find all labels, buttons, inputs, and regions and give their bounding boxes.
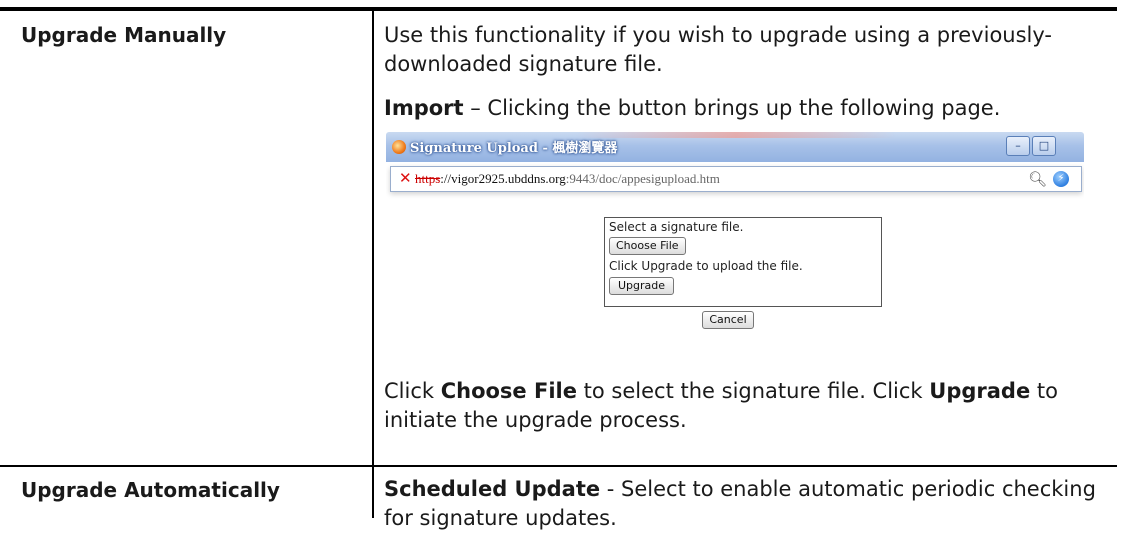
choose-file-term: Choose File bbox=[440, 379, 577, 403]
signature-upload-window: Signature Upload - 楓樹瀏覽器 – □ ✕ https://v… bbox=[386, 132, 1084, 342]
certificate-error-icon: ✕ bbox=[399, 169, 412, 187]
url-scheme: https bbox=[415, 171, 441, 186]
import-description: Import – Clicking the button brings up t… bbox=[384, 94, 1116, 123]
window-title: Signature Upload - 楓樹瀏覽器 bbox=[410, 141, 618, 156]
scheduled-update-term: Scheduled Update bbox=[384, 477, 601, 501]
upgrade-button[interactable]: Upgrade bbox=[609, 277, 675, 295]
url-path: :9443/doc/appesigupload.htm bbox=[565, 171, 720, 186]
import-text: – Clicking the button brings up the foll… bbox=[463, 96, 1001, 120]
row-desc-upgrade-automatically: Scheduled Update - Select to enable auto… bbox=[384, 475, 1116, 533]
maximize-button[interactable]: □ bbox=[1032, 136, 1056, 156]
choose-file-instructions: Click Choose File to select the signatur… bbox=[384, 377, 1116, 435]
window-titlebar: Signature Upload - 楓樹瀏覽器 – □ bbox=[386, 132, 1084, 162]
import-term: Import bbox=[384, 96, 464, 120]
row-desc-upgrade-manually: Use this functionality if you wish to up… bbox=[384, 23, 1053, 76]
browser-app-icon bbox=[392, 140, 406, 154]
row-label-upgrade-manually: Upgrade Manually bbox=[21, 23, 227, 47]
minimize-button[interactable]: – bbox=[1006, 136, 1030, 156]
table-column-divider bbox=[372, 11, 374, 518]
url-host: ://vigor2925.ubddns.org bbox=[440, 171, 566, 186]
address-url[interactable]: https://vigor2925.ubddns.org:9443/doc/ap… bbox=[415, 171, 720, 187]
select-file-text: Select a signature file. bbox=[609, 220, 744, 234]
choose-file-button[interactable]: Choose File bbox=[609, 237, 686, 255]
cancel-button[interactable]: Cancel bbox=[702, 311, 754, 329]
instr-text-2: to select the signature file. Click bbox=[576, 379, 930, 403]
row-label-upgrade-automatically: Upgrade Automatically bbox=[21, 478, 280, 502]
table-top-rule bbox=[0, 7, 1117, 11]
upgrade-term: Upgrade bbox=[929, 379, 1031, 403]
lightning-icon[interactable]: ⚡︎ bbox=[1053, 171, 1069, 187]
address-bar[interactable]: ✕ https://vigor2925.ubddns.org:9443/doc/… bbox=[390, 166, 1082, 192]
instr-text-1: Click bbox=[384, 379, 441, 403]
upload-form: Select a signature file. Choose File Cli… bbox=[604, 217, 882, 307]
search-icon[interactable]: 🔍︎ bbox=[1028, 170, 1047, 188]
table-row-divider bbox=[0, 465, 1117, 467]
titlebar-glow bbox=[576, 132, 896, 138]
upgrade-hint-text: Click Upgrade to upload the file. bbox=[609, 259, 803, 273]
